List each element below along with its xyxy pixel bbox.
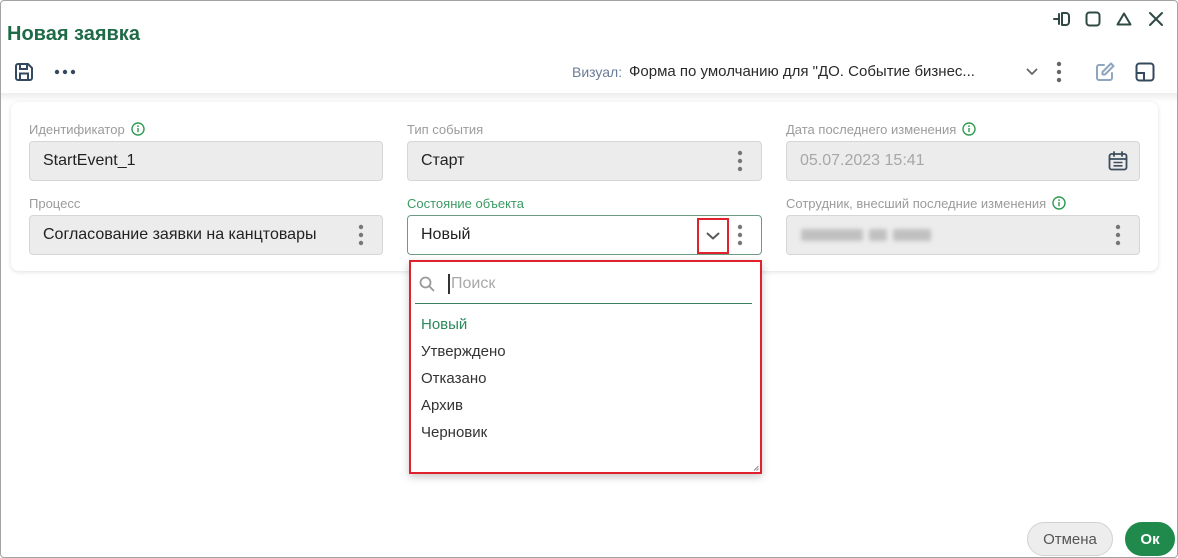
dropdown-option-rejected[interactable]: Отказано <box>421 365 486 392</box>
close-icon[interactable] <box>1147 10 1165 28</box>
ok-button[interactable]: Ок <box>1125 522 1175 556</box>
collapse-icon[interactable] <box>1115 10 1133 28</box>
info-icon[interactable] <box>131 122 145 136</box>
identifier-label-text: Идентификатор <box>29 121 125 137</box>
kebab-icon[interactable] <box>1115 224 1121 246</box>
calendar-icon[interactable] <box>1107 150 1129 172</box>
event-type-value: Старт <box>421 152 465 169</box>
maximize-icon[interactable] <box>1084 10 1102 28</box>
info-icon[interactable] <box>962 122 976 136</box>
edit-icon[interactable] <box>1094 61 1116 83</box>
dropdown-option-archive[interactable]: Архив <box>421 392 463 419</box>
dialog-title: Новая заявка <box>7 23 140 45</box>
kebab-icon[interactable] <box>1056 61 1062 83</box>
search-input[interactable] <box>449 273 741 295</box>
modified-by-label: Сотрудник, внесший последние изменения <box>786 195 1066 211</box>
resize-handle-icon[interactable] <box>753 465 759 471</box>
save-icon[interactable] <box>13 61 35 83</box>
process-label: Процесс <box>29 195 81 211</box>
last-modified-value: 05.07.2023 15:41 <box>800 152 925 169</box>
info-icon[interactable] <box>1052 196 1066 210</box>
kebab-icon[interactable] <box>358 224 364 246</box>
dropdown-option-approved[interactable]: Утверждено <box>421 338 506 365</box>
chevron-down-icon[interactable] <box>1026 68 1038 76</box>
process-value: Согласование заявки на канцтовары <box>43 226 317 243</box>
event-type-label: Тип события <box>407 121 484 137</box>
dialog-window: Новая заявка Визуал: Форма по умолчанию … <box>0 0 1178 558</box>
modified-by-field[interactable] <box>786 215 1140 255</box>
dropdown-option-draft[interactable]: Черновик <box>421 419 487 446</box>
toolbar-divider <box>0 93 1178 102</box>
kebab-icon[interactable] <box>737 150 743 172</box>
visual-form-select[interactable]: Форма по умолчанию для "ДО. Событие бизн… <box>629 62 975 82</box>
last-modified-label: Дата последнего изменения <box>786 121 976 137</box>
dropdown-option-new[interactable]: Новый <box>421 311 467 338</box>
last-modified-label-text: Дата последнего изменения <box>786 121 957 137</box>
identifier-label: Идентификатор <box>29 121 145 137</box>
identifier-field[interactable]: StartEvent_1 <box>29 141 383 181</box>
search-underline <box>415 303 752 304</box>
chevron-down-icon[interactable] <box>697 218 729 254</box>
last-modified-field: 05.07.2023 15:41 <box>786 141 1140 181</box>
kebab-icon[interactable] <box>737 224 743 246</box>
identifier-value: StartEvent_1 <box>43 152 136 169</box>
layout-icon[interactable] <box>1134 61 1156 83</box>
object-state-dropdown: Новый Утверждено Отказано Архив Черновик <box>409 260 762 474</box>
object-state-label: Состояние объекта <box>407 195 524 211</box>
blurred-employee-value <box>801 229 937 241</box>
search-icon <box>419 276 435 292</box>
modified-by-label-text: Сотрудник, внесший последние изменения <box>786 195 1047 211</box>
object-state-value: Новый <box>421 226 471 243</box>
event-type-field[interactable]: Старт <box>407 141 762 181</box>
more-icon[interactable] <box>53 68 77 76</box>
dock-icon[interactable] <box>1053 10 1071 28</box>
process-field[interactable]: Согласование заявки на канцтовары <box>29 215 383 255</box>
visual-label: Визуал: <box>572 64 623 80</box>
cancel-button[interactable]: Отмена <box>1027 522 1113 556</box>
